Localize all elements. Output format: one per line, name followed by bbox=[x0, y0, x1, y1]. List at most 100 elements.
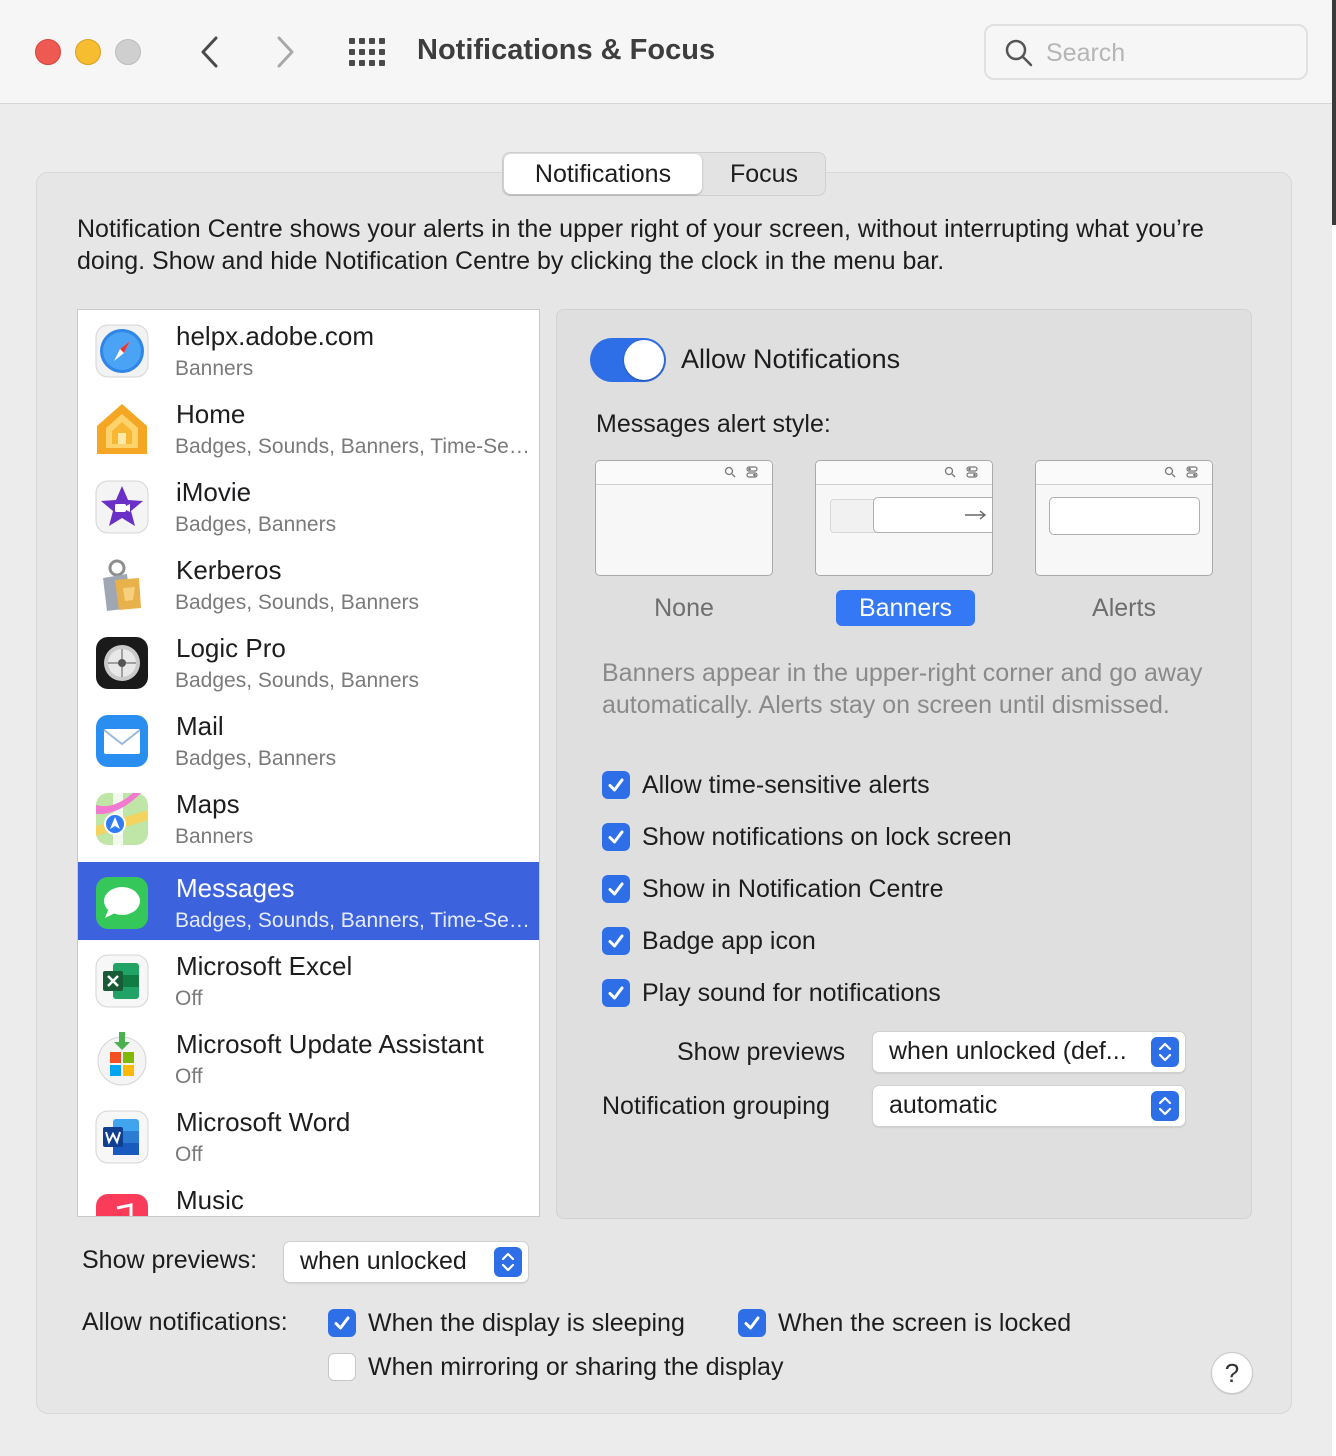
alert-style-none-preview[interactable] bbox=[595, 460, 773, 576]
search-icon bbox=[944, 466, 956, 478]
list-item[interactable]: helpx.adobe.com Banners bbox=[78, 310, 539, 388]
search-field[interactable] bbox=[984, 24, 1308, 80]
forward-button[interactable] bbox=[265, 32, 305, 72]
search-icon bbox=[1164, 466, 1176, 478]
list-item[interactable]: Home Badges, Sounds, Banners, Time-Sensi… bbox=[78, 388, 539, 466]
kerberos-icon bbox=[93, 556, 151, 614]
maps-icon bbox=[93, 790, 151, 848]
alert-style-alerts-button[interactable]: Alerts bbox=[1064, 590, 1184, 626]
allow-notifications-toggle[interactable] bbox=[590, 338, 666, 382]
alert-style-description: Banners appear in the upper-right corner… bbox=[602, 657, 1222, 721]
control-centre-icon bbox=[1186, 466, 1198, 478]
app-notification-summary: Banners bbox=[175, 357, 530, 381]
list-item[interactable]: Kerberos Badges, Sounds, Banners bbox=[78, 544, 539, 622]
alert-shape bbox=[1049, 497, 1200, 535]
checkmark-icon bbox=[606, 931, 626, 951]
minimize-window-button[interactable] bbox=[75, 39, 101, 65]
option-label: Show notifications on lock screen bbox=[642, 822, 1012, 852]
checkbox[interactable] bbox=[328, 1309, 356, 1337]
checkbox[interactable] bbox=[602, 979, 630, 1007]
select-stepper bbox=[494, 1247, 522, 1277]
show-previews-select[interactable]: when unlocked (def... bbox=[872, 1031, 1186, 1073]
notification-grouping-select[interactable]: automatic bbox=[872, 1085, 1186, 1127]
list-item[interactable]: Microsoft Word Off bbox=[78, 1096, 539, 1174]
option-label: Play sound for notifications bbox=[642, 978, 941, 1008]
checkmark-icon bbox=[606, 775, 626, 795]
search-icon bbox=[724, 466, 736, 478]
global-allow-notifications-label: Allow notifications: bbox=[82, 1308, 288, 1337]
app-name: Microsoft Excel bbox=[176, 951, 352, 982]
excel-icon bbox=[93, 952, 151, 1010]
alert-style-alerts-preview[interactable] bbox=[1035, 460, 1213, 576]
search-icon bbox=[1004, 38, 1034, 68]
arrow-right-icon bbox=[964, 509, 988, 521]
tab-bar: Notifications Focus bbox=[502, 152, 826, 196]
app-notification-summary: Badges, Sounds, Banners, Time-Sensitive bbox=[175, 435, 530, 459]
alert-style-banners-preview[interactable] bbox=[815, 460, 993, 576]
global-show-previews-select[interactable]: when unlocked bbox=[283, 1241, 529, 1283]
checkbox[interactable] bbox=[602, 875, 630, 903]
select-stepper bbox=[1151, 1091, 1179, 1121]
show-all-button[interactable] bbox=[348, 37, 388, 67]
zoom-window-button[interactable] bbox=[115, 39, 141, 65]
app-notification-summary: Banners bbox=[175, 825, 530, 849]
checkbox[interactable] bbox=[738, 1309, 766, 1337]
search-input[interactable] bbox=[1046, 34, 1296, 72]
app-notification-summary: Off bbox=[175, 987, 530, 1011]
checkmark-icon bbox=[742, 1313, 762, 1333]
app-name: Music bbox=[176, 1185, 244, 1216]
allow-notifications-label: Allow Notifications bbox=[681, 344, 900, 375]
tab-notifications[interactable]: Notifications bbox=[504, 154, 702, 194]
list-item[interactable]: Microsoft Excel Off bbox=[78, 940, 539, 1018]
app-name: Home bbox=[176, 399, 245, 430]
list-item[interactable]: Messages Badges, Sounds, Banners, Time-S… bbox=[78, 862, 539, 940]
close-window-button[interactable] bbox=[35, 39, 61, 65]
option-label: Badge app icon bbox=[642, 926, 816, 956]
list-item[interactable]: Mail Badges, Banners bbox=[78, 700, 539, 778]
list-item[interactable]: Microsoft Update Assistant Off bbox=[78, 1018, 539, 1096]
app-name: Mail bbox=[176, 711, 224, 742]
checkbox[interactable] bbox=[602, 771, 630, 799]
alert-style-banners-button[interactable]: Banners bbox=[836, 590, 975, 626]
checkmark-icon bbox=[606, 827, 626, 847]
control-centre-icon bbox=[966, 466, 978, 478]
app-list[interactable]: helpx.adobe.com Banners Home Badges, Sou… bbox=[77, 309, 540, 1217]
option-label: When the screen is locked bbox=[778, 1308, 1071, 1338]
list-item[interactable]: Music bbox=[78, 1174, 539, 1217]
option-label: Allow time-sensitive alerts bbox=[642, 770, 930, 800]
app-name: Logic Pro bbox=[176, 633, 286, 664]
home-app-icon bbox=[93, 400, 151, 458]
list-item[interactable]: iMovie Badges, Banners bbox=[78, 466, 539, 544]
list-item[interactable]: Logic Pro Badges, Sounds, Banners bbox=[78, 622, 539, 700]
select-value: automatic bbox=[889, 1091, 997, 1120]
intro-text: Notification Centre shows your alerts in… bbox=[77, 213, 1277, 277]
chevron-right-icon bbox=[265, 32, 305, 72]
app-notification-summary: Badges, Sounds, Banners bbox=[175, 591, 530, 615]
alert-style-none-button[interactable]: None bbox=[624, 590, 744, 626]
select-value: when unlocked (def... bbox=[889, 1037, 1127, 1066]
chevron-up-down-icon bbox=[499, 1251, 517, 1273]
window-edge bbox=[1332, 0, 1336, 225]
app-notification-summary: Badges, Banners bbox=[175, 513, 530, 537]
checkbox[interactable] bbox=[602, 823, 630, 851]
app-notification-summary: Badges, Sounds, Banners bbox=[175, 669, 530, 693]
list-item[interactable]: Maps Banners bbox=[78, 778, 539, 856]
checkbox[interactable] bbox=[328, 1353, 356, 1381]
title-bar: Notifications & Focus bbox=[0, 0, 1332, 104]
mail-icon bbox=[93, 712, 151, 770]
help-button[interactable]: ? bbox=[1211, 1352, 1253, 1394]
option-label: Show in Notification Centre bbox=[642, 874, 944, 904]
tab-focus[interactable]: Focus bbox=[703, 153, 825, 195]
checkbox[interactable] bbox=[602, 927, 630, 955]
back-button[interactable] bbox=[190, 32, 230, 72]
global-show-previews-label: Show previews: bbox=[82, 1246, 257, 1275]
preferences-window: Notifications & Focus Notifications Focu… bbox=[0, 0, 1332, 1456]
music-icon bbox=[93, 1186, 151, 1217]
app-name: iMovie bbox=[176, 477, 251, 508]
grid-icon bbox=[348, 37, 388, 67]
option-label: When the display is sleeping bbox=[368, 1308, 685, 1338]
chevron-left-icon bbox=[190, 32, 230, 72]
app-name: helpx.adobe.com bbox=[176, 321, 374, 352]
app-notification-summary: Off bbox=[175, 1143, 530, 1167]
imovie-icon bbox=[93, 478, 151, 536]
